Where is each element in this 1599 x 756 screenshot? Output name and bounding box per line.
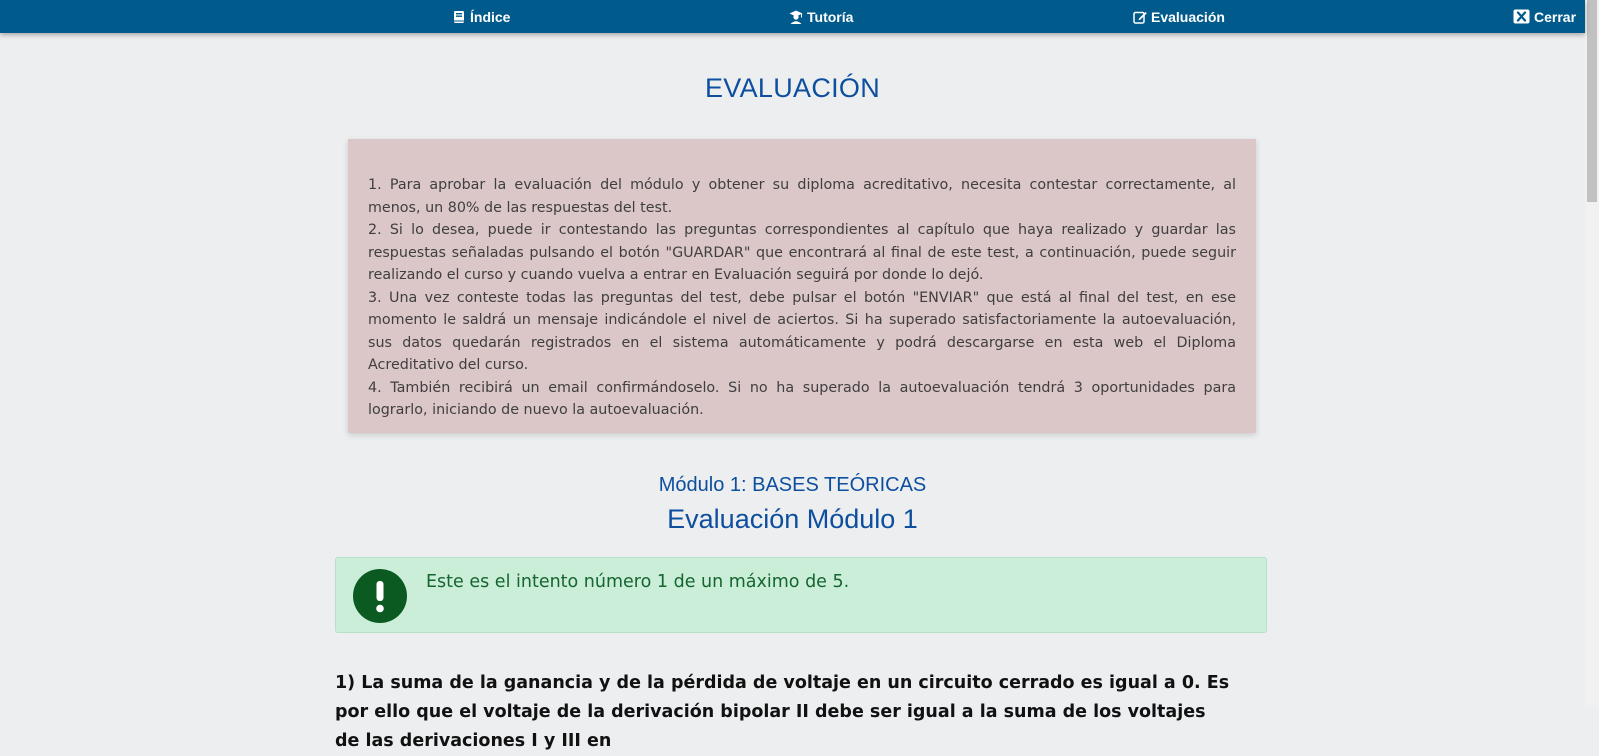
- nav-tutoria[interactable]: Tutoría: [789, 0, 853, 33]
- instruction-item: 1. Para aprobar la evaluación del módulo…: [368, 177, 1236, 216]
- module-title: Evaluación Módulo 1: [667, 504, 918, 534]
- scrollbar-thumb[interactable]: [1587, 0, 1597, 202]
- nav-indice-label: Índice: [470, 8, 511, 25]
- instruction-item: 4. También recibirá un email confirmándo…: [368, 379, 1236, 419]
- instruction-item: 3. Una vez conteste todas las preguntas …: [368, 289, 1236, 374]
- question-text: 1) La suma de la ganancia y de la pérdid…: [335, 673, 1230, 751]
- nav-evaluacion-label: Evaluación: [1151, 8, 1225, 25]
- nav-tutoria-label: Tutoría: [807, 8, 854, 25]
- nav-cerrar-label: Cerrar: [1534, 8, 1577, 25]
- attempt-alert: Este es el intento número 1 de un máximo…: [335, 557, 1267, 633]
- attempt-alert-text: Este es el intento número 1 de un máximo…: [426, 572, 850, 592]
- nav-evaluacion[interactable]: Evaluación: [1133, 0, 1225, 33]
- nav-cerrar[interactable]: Cerrar: [1513, 0, 1576, 33]
- page-title: EVALUACIÓN: [704, 73, 881, 103]
- nav-indice[interactable]: Índice: [452, 0, 510, 33]
- book-icon: [452, 10, 466, 24]
- instruction-item: 2. Si lo desea, puede ir contestando las…: [368, 222, 1236, 283]
- tutor-icon: [789, 10, 803, 24]
- exclamation-icon: [353, 569, 407, 623]
- instructions-box: 1. Para aprobar la evaluación del módulo…: [348, 139, 1256, 433]
- top-navigation-bar: Índice Tutoría Evaluación Cerrar: [0, 0, 1585, 33]
- close-icon: [1513, 9, 1530, 24]
- module-subtitle: Módulo 1: BASES TEÓRICAS: [658, 474, 927, 496]
- page-scrollbar[interactable]: [1585, 0, 1599, 707]
- edit-icon: [1133, 10, 1147, 24]
